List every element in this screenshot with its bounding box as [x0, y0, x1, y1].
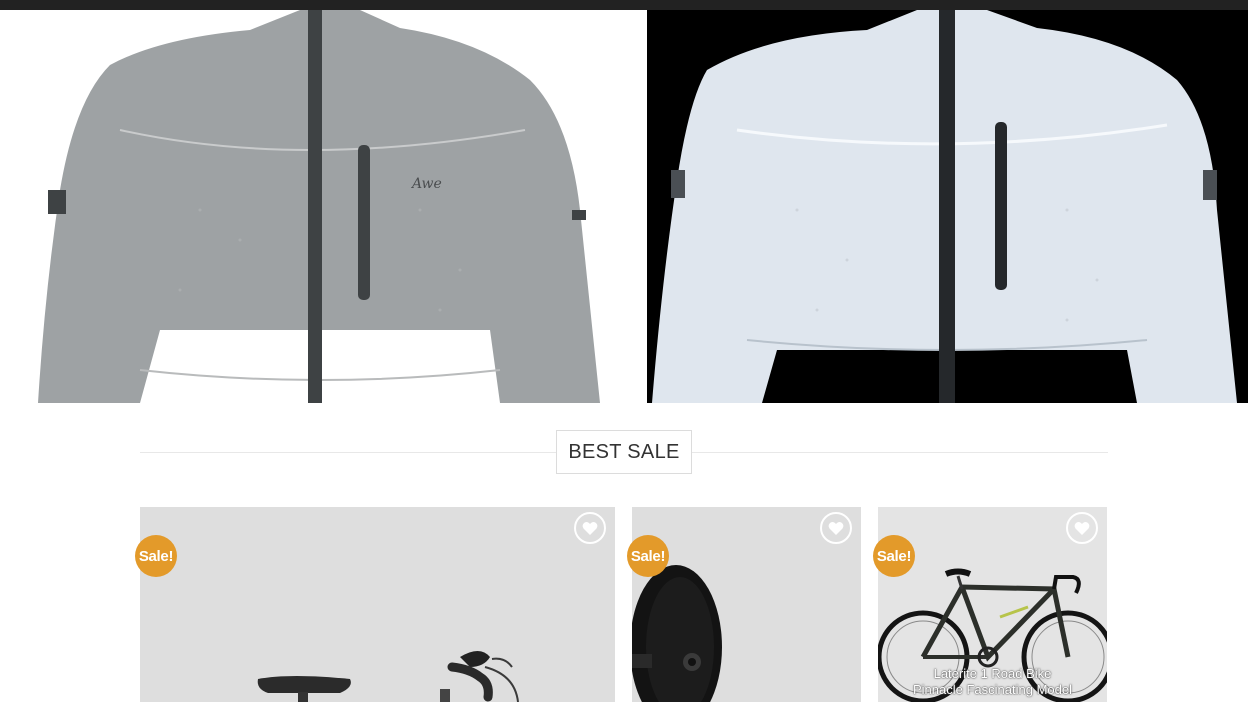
- best-sale-section-header: BEST SALE: [140, 430, 1108, 476]
- heart-icon: [1074, 521, 1090, 535]
- sale-badge: Sale!: [873, 535, 915, 577]
- heart-icon: [582, 521, 598, 535]
- wishlist-button[interactable]: [574, 512, 606, 544]
- divider-right: [692, 452, 1108, 453]
- product-card[interactable]: [140, 507, 615, 702]
- product-caption-title: Laterite 1 Road Bike: [933, 666, 1052, 681]
- hero-jacket-reflective[interactable]: [647, 10, 1248, 403]
- divider-left: [140, 452, 556, 453]
- section-title: BEST SALE: [556, 430, 692, 474]
- top-bar: [0, 0, 1248, 10]
- product-caption-subtitle: Pinnacle Fascinating Model: [913, 682, 1072, 697]
- hero-jacket-grey[interactable]: Awe: [0, 10, 640, 403]
- sale-badge: Sale!: [135, 535, 177, 577]
- svg-text:Awe: Awe: [410, 176, 442, 192]
- wishlist-button[interactable]: [820, 512, 852, 544]
- sale-badge: Sale!: [627, 535, 669, 577]
- wishlist-button[interactable]: [1066, 512, 1098, 544]
- heart-icon: [828, 521, 844, 535]
